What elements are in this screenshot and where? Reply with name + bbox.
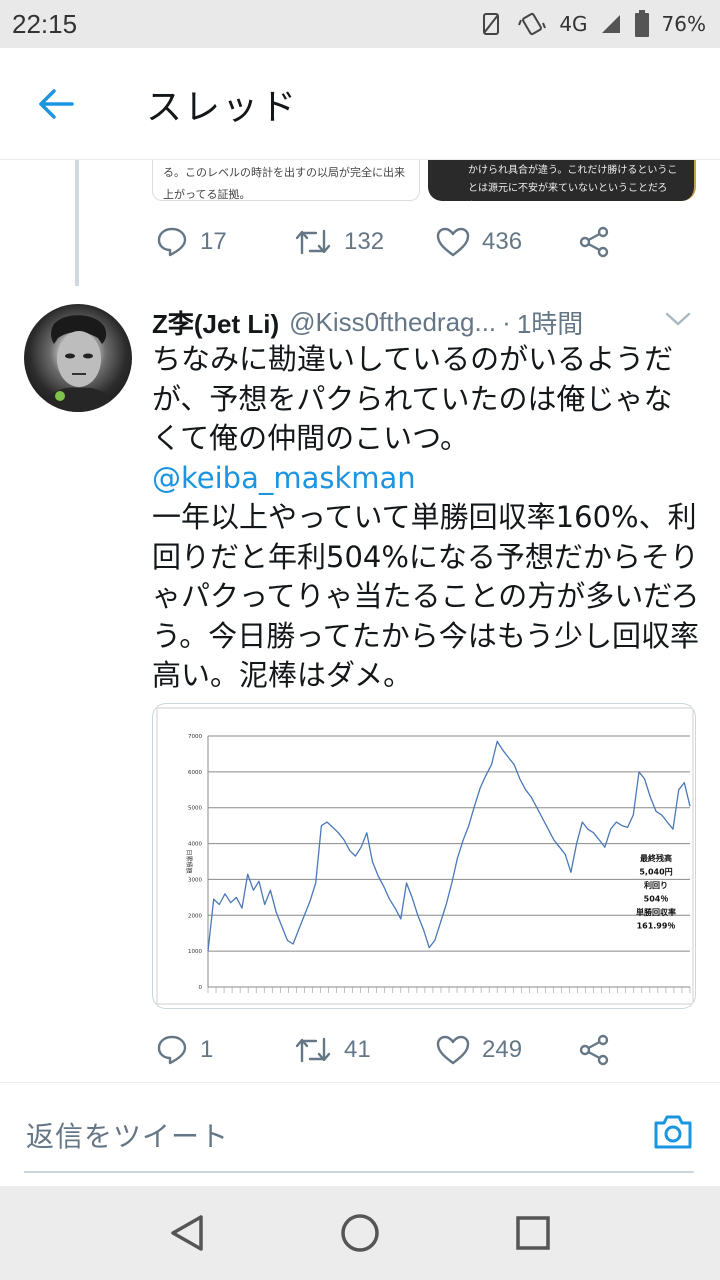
nav-recents-button[interactable]: [503, 1203, 563, 1263]
input-underline: [24, 1171, 694, 1173]
page-title: スレッド: [146, 86, 299, 128]
nav-back-button[interactable]: [157, 1203, 217, 1263]
app-bar: スレッド: [0, 48, 720, 160]
tweet-text-2: 一年以上やっていて単勝回収率160%、利回りだと年利504%になる予想だからそり…: [152, 500, 700, 692]
y-tick-label: 2000: [188, 913, 202, 919]
mention-link[interactable]: @keiba_maskman: [152, 459, 700, 499]
back-button[interactable]: [0, 48, 112, 160]
reply-button[interactable]: 17: [156, 226, 294, 258]
status-icons: 4G 76%: [479, 10, 706, 38]
heart-icon: [436, 1035, 470, 1065]
system-nav-bar: [0, 1186, 720, 1280]
annotation-text: 504％: [644, 895, 669, 904]
previous-tweet-actions: 17 132 436: [156, 217, 626, 267]
square-recents-icon: [516, 1216, 551, 1250]
share-button[interactable]: [578, 226, 610, 258]
reply-icon: [157, 1035, 187, 1065]
battery-level: 76%: [661, 12, 706, 36]
retweet-button[interactable]: 132: [294, 227, 436, 257]
network-type: 4G: [559, 12, 588, 36]
y-tick-label: 6000: [188, 770, 202, 776]
tweet-time: 1時間: [516, 308, 584, 339]
circle-home-icon: [341, 1214, 379, 1252]
y-tick-label: 1000: [188, 949, 202, 955]
like-count: 436: [482, 228, 523, 255]
tweet-media-chart[interactable]: 0 1000 2000 3000 4000 5000 6000 7000 日累積額 最終残高 5,0…: [152, 703, 696, 1009]
like-button[interactable]: 436: [436, 227, 578, 257]
y-tick-label: 3000: [188, 877, 202, 883]
tweet-actions: 1 41 249: [156, 1025, 626, 1075]
previous-media-right-text: かけられ具合が違う。これだけ勝けるということは源元に不安が来ていないということだ…: [468, 165, 678, 194]
separator-dot: ·: [502, 306, 511, 337]
balance-line-chart: 0 1000 2000 3000 4000 5000 6000 7000 日累積額 最終残高 5,0…: [156, 707, 694, 1005]
retweet-count: 41: [344, 1036, 371, 1063]
y-tick-label: 5000: [188, 806, 202, 812]
reply-composer: 返信をツイート: [0, 1082, 720, 1186]
like-button[interactable]: 249: [436, 1035, 578, 1065]
display-name[interactable]: Z李(Jet Li): [152, 304, 279, 341]
chart-frame: [156, 707, 694, 1005]
reply-icon: [157, 227, 187, 257]
thread-connector: [75, 160, 79, 286]
previous-tweet-media-left[interactable]: る。このレベルの時計を出すの以局が完全に出来上がってる証拠。: [152, 160, 420, 201]
y-tick-label: 7000: [188, 734, 202, 740]
y-axis-label: 日累積額: [185, 849, 193, 873]
reply-count: 17: [200, 228, 227, 255]
annotation-text: 利回り: [643, 880, 668, 890]
retweet-icon: [295, 229, 331, 255]
reply-button[interactable]: 1: [156, 1034, 294, 1066]
nav-home-button[interactable]: [330, 1203, 390, 1263]
avatar-face-image: [44, 315, 116, 412]
signal-icon: [601, 15, 620, 33]
status-time: 22:15: [12, 8, 78, 39]
screen-rotation-icon: [483, 13, 500, 35]
annotation-text: 5,040円: [639, 868, 672, 877]
user-handle[interactable]: @Kiss0fthedrag...: [289, 307, 496, 338]
tweet-header: Z李(Jet Li) @Kiss0fthedrag... · 1時間: [152, 302, 692, 342]
y-tick-label: 4000: [188, 842, 202, 848]
share-icon: [579, 226, 609, 258]
status-bar: 22:15 4G 76%: [0, 0, 720, 48]
camera-icon[interactable]: [652, 1113, 694, 1151]
arrow-back-icon: [39, 88, 74, 119]
annotation-text: 単勝回収率: [636, 907, 676, 917]
y-tick-label: 0: [199, 985, 203, 991]
chevron-down-icon[interactable]: [664, 310, 692, 328]
previous-media-left-text: る。このレベルの時計を出すの以局が完全に出来上がってる証拠。: [163, 166, 405, 201]
share-button[interactable]: [578, 1034, 610, 1066]
triangle-back-icon: [170, 1215, 203, 1251]
vibrate-icon: [518, 12, 547, 36]
retweet-icon: [295, 1037, 331, 1063]
heart-icon: [436, 227, 470, 257]
annotation-text: 最終残高: [640, 853, 672, 863]
battery-icon: [634, 10, 649, 37]
share-icon: [579, 1034, 609, 1066]
reply-input[interactable]: 返信をツイート: [26, 1115, 229, 1155]
retweet-button[interactable]: 41: [294, 1035, 436, 1065]
previous-tweet-media-right[interactable]: かけられ具合が違う。これだけ勝けるということは源元に不安が来ていないということだ…: [428, 160, 696, 201]
reply-count: 1: [200, 1036, 214, 1063]
avatar[interactable]: [24, 304, 132, 412]
annotation-text: 161.99％: [637, 922, 676, 931]
like-count: 249: [482, 1036, 523, 1063]
tweet-text-1: ちなみに勘違いしているのがいるようだが、予想をパクられていたのは俺じゃなくて俺の…: [152, 342, 674, 455]
retweet-count: 132: [344, 228, 385, 255]
tweet-body: ちなみに勘違いしているのがいるようだが、予想をパクられていたのは俺じゃなくて俺の…: [152, 340, 700, 696]
